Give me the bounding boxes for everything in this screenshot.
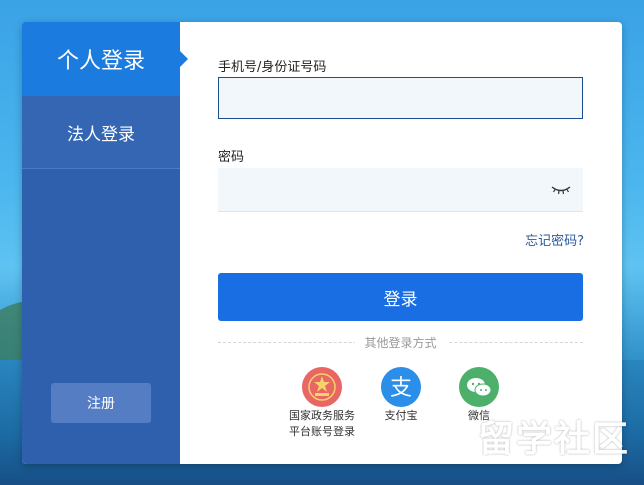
- tab-personal-login[interactable]: 个人登录: [22, 22, 188, 96]
- alipay-login-label: 支付宝: [384, 409, 418, 422]
- password-input[interactable]: [218, 168, 583, 212]
- login-type-sidebar: 个人登录 法人登录 注册: [22, 22, 188, 464]
- password-label: 密码: [218, 150, 245, 165]
- alipay-icon[interactable]: 支: [381, 367, 421, 407]
- wechat-icon[interactable]: [459, 367, 499, 407]
- government-emblem-icon[interactable]: [302, 367, 342, 407]
- tab-legal-login[interactable]: 法人登录: [22, 96, 180, 169]
- phone-label: 手机号/身份证号码: [218, 60, 327, 75]
- svg-text:支: 支: [390, 376, 412, 401]
- forgot-password-link[interactable]: 忘记密码?: [525, 230, 584, 249]
- tab-personal-label: 个人登录: [56, 49, 145, 74]
- gov-login-label-text: 国家政务服务 平台账号登录: [289, 409, 355, 438]
- gov-login-label: 国家政务服务 平台账号登录: [282, 408, 362, 440]
- phone-id-input[interactable]: [218, 77, 583, 119]
- tab-legal-label: 法人登录: [67, 124, 135, 145]
- watermark-url: bbs.liuxue86.com: [480, 452, 596, 467]
- login-form: 手机号/身份证号码 密码 忘记密码? 登录 其他登录方式 支 国家政务服务 平台…: [218, 22, 586, 464]
- login-card: 个人登录 法人登录 注册 手机号/身份证号码 密码 忘记密码? 登录 其他登录方…: [22, 22, 622, 464]
- other-login-divider: 其他登录方式: [218, 334, 583, 351]
- eye-closed-icon[interactable]: [551, 184, 571, 196]
- other-login-title: 其他登录方式: [354, 334, 447, 351]
- register-button[interactable]: 注册: [51, 383, 151, 423]
- login-button[interactable]: 登录: [218, 273, 583, 321]
